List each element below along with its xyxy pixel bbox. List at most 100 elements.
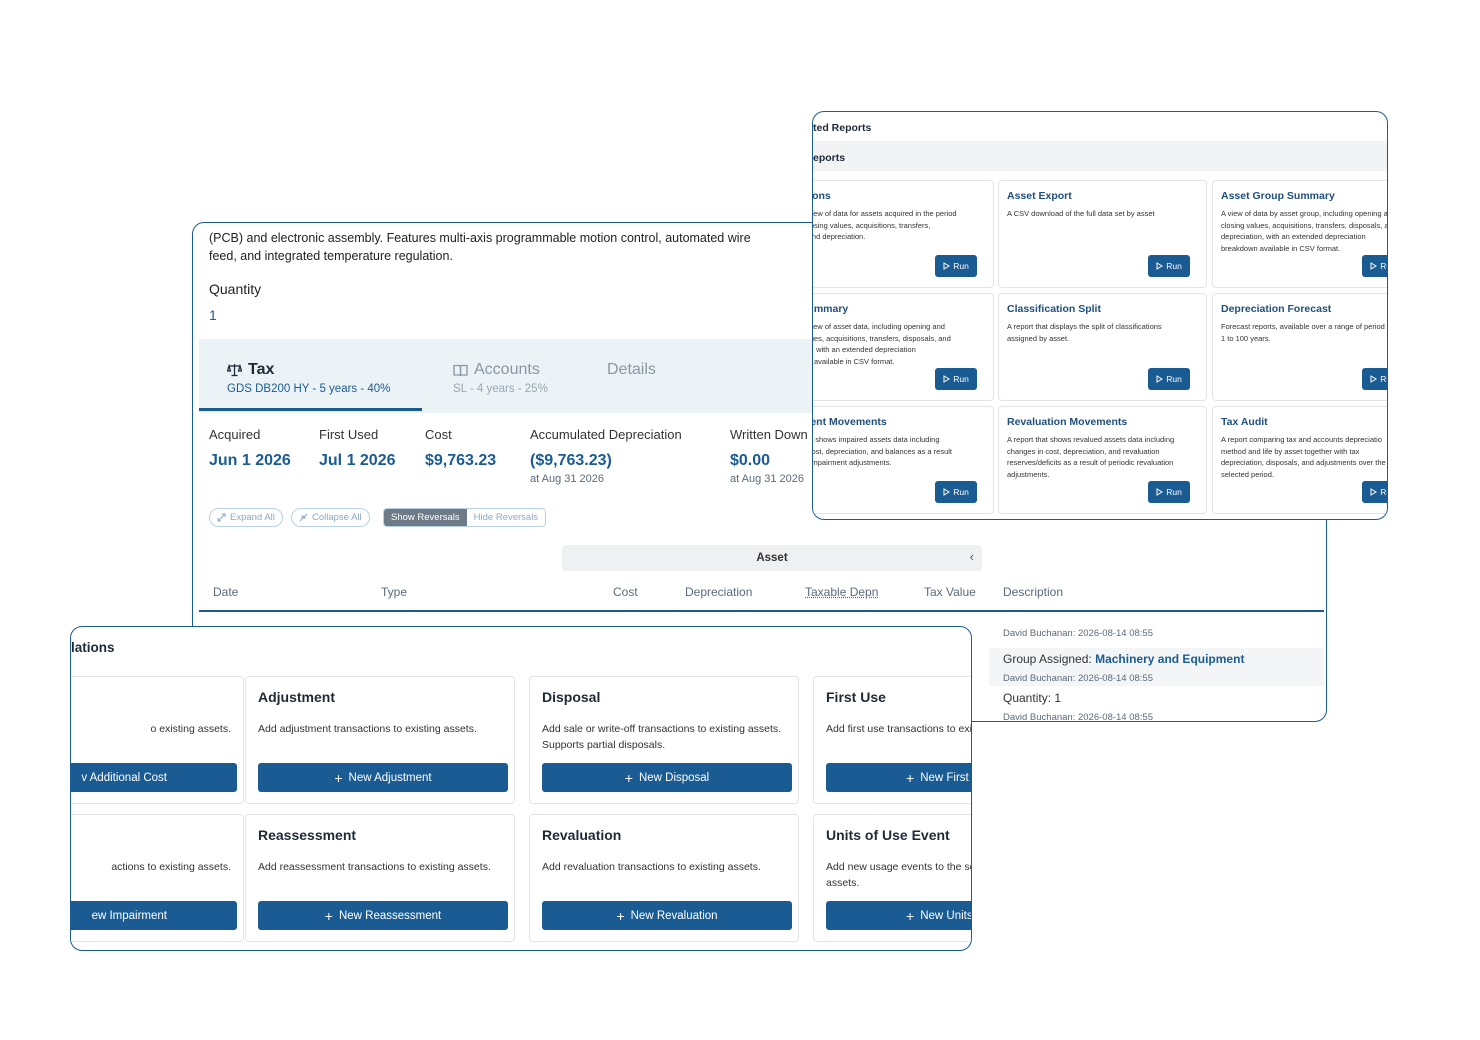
run-report-button[interactable]: Run <box>935 255 977 277</box>
new-transaction-button[interactable]: + New First <box>826 763 971 792</box>
transaction-description: o existing assets. <box>150 723 231 735</box>
new-transaction-button[interactable]: + New Adjustment <box>258 763 508 792</box>
transaction-description: Add new usage events to the sch assets. <box>826 861 971 889</box>
book-icon <box>453 364 468 377</box>
report-description: A CSV download of the full data set by a… <box>1007 209 1155 218</box>
transaction-card: Units of Use Event Add new usage events t… <box>813 814 971 942</box>
quantity-value: 1 <box>209 307 217 323</box>
summary-label: Written Down <box>730 427 808 442</box>
report-card: irment Movements rt that shows impaired a… <box>812 406 994 514</box>
plus-icon: + <box>334 769 343 786</box>
transaction-card: Disposal Add sale or write-off transactio… <box>529 676 799 804</box>
history-meta: David Buchanan: 2026-08-14 08:55 <box>1003 712 1154 722</box>
report-description: rt that shows impaired assets data inclu… <box>812 435 953 468</box>
new-transaction-button[interactable]: + New Reassessment <box>258 901 508 930</box>
run-report-button[interactable]: Run <box>1362 481 1387 503</box>
run-report-button[interactable]: Run <box>1362 368 1387 390</box>
summary-date: at Aug 31 2026 <box>730 473 805 485</box>
transaction-description: Add first use transactions to exis <box>826 723 972 735</box>
summary-label: Accumulated Depreciation <box>530 427 682 442</box>
header-divider <box>199 610 1324 612</box>
transaction-title: Revaluation <box>542 827 622 843</box>
run-report-button[interactable]: Run <box>935 481 977 503</box>
column-header-description[interactable]: Description <box>1003 585 1063 599</box>
play-icon <box>943 375 951 383</box>
report-description: A report comparing tax and accounts depr… <box>1221 435 1386 480</box>
transaction-title: Adjustment <box>258 689 335 705</box>
run-report-button[interactable]: Run <box>1148 481 1190 503</box>
column-header-type[interactable]: Type <box>381 585 407 599</box>
run-label: Run <box>953 487 969 497</box>
report-description: Forecast reports, available over a range… <box>1221 322 1385 343</box>
collapse-all-label: Collapse All <box>312 512 362 523</box>
column-header-taxable-depn[interactable]: Taxable Depn <box>805 585 878 599</box>
plus-icon: + <box>624 769 633 786</box>
report-title: Asset Group Summary <box>1221 190 1335 202</box>
run-report-button[interactable]: Run <box>1148 255 1190 277</box>
play-icon <box>1156 375 1164 383</box>
new-transaction-button[interactable]: + New Units of U <box>826 901 971 930</box>
report-description: A report that displays the split of clas… <box>1007 322 1162 343</box>
asset-column-group-header[interactable]: Asset ‹ <box>562 545 982 571</box>
report-title: Classification Split <box>1007 303 1101 315</box>
column-header-cost[interactable]: Cost <box>613 585 638 599</box>
reports-section-header: eports <box>813 141 1387 171</box>
plus-icon: + <box>906 769 915 786</box>
transaction-title: Units of Use Event <box>826 827 950 843</box>
transaction-description: Add adjustment transactions to existing … <box>258 723 477 735</box>
column-header-date[interactable]: Date <box>213 585 238 599</box>
transaction-title: First Use <box>826 689 886 705</box>
report-title: isitions <box>812 190 831 202</box>
collapse-all-button[interactable]: Collapse All <box>291 508 370 527</box>
new-transaction-button[interactable]: + New Revaluation <box>542 901 792 930</box>
button-label: ew Impairment <box>91 909 167 922</box>
transactions-title: lations <box>71 640 115 655</box>
plus-icon: + <box>616 907 625 924</box>
summary-value: $0.00 <box>730 452 771 469</box>
report-card: isitions iled view of data for assets acq… <box>812 180 994 288</box>
chevron-left-icon[interactable]: ‹ <box>970 549 974 564</box>
expand-all-button[interactable]: Expand All <box>209 508 283 527</box>
tab-tax[interactable]: Tax GDS DB200 HY - 5 years - 40% <box>227 361 390 395</box>
run-label: Run <box>1166 374 1182 384</box>
show-reversals-button[interactable]: Show Reversals <box>384 509 467 526</box>
run-label: Run <box>1166 261 1182 271</box>
button-label: New Adjustment <box>348 771 432 784</box>
run-report-button[interactable]: Run <box>1362 255 1387 277</box>
group-assigned-link[interactable]: Machinery and Equipment <box>1095 652 1244 666</box>
tab-tax-sub: GDS DB200 HY - 5 years - 40% <box>227 383 391 395</box>
asset-description: (PCB) and electronic assembly. Features … <box>209 231 751 263</box>
asset-group-label: Asset <box>756 552 788 564</box>
tab-details-label: Details <box>607 361 656 378</box>
run-report-button[interactable]: Run <box>935 368 977 390</box>
reports-title: ted Reports <box>813 122 872 134</box>
run-report-button[interactable]: Run <box>1148 368 1190 390</box>
transaction-description: actions to existing assets. <box>111 861 231 873</box>
play-icon <box>1370 488 1378 496</box>
summary-label: Acquired <box>209 427 261 442</box>
hide-reversals-button[interactable]: Hide Reversals <box>466 509 546 526</box>
tab-accounts[interactable]: Accounts SL - 4 years - 25% <box>453 361 548 395</box>
summary-date: at Aug 31 2026 <box>530 473 605 485</box>
new-transaction-button[interactable]: ew Impairment <box>71 901 237 930</box>
report-description: iled view of data for assets acquired in… <box>812 209 957 242</box>
run-label: Run <box>1380 374 1387 384</box>
button-label: New Disposal <box>638 771 710 784</box>
run-label: Run <box>1380 487 1387 497</box>
report-title: Revaluation Movements <box>1007 416 1128 428</box>
tab-details[interactable]: Details <box>607 361 656 379</box>
new-transaction-button[interactable]: + New Disposal <box>542 763 792 792</box>
expand-icon <box>217 513 226 522</box>
play-icon <box>943 488 951 496</box>
new-transaction-button[interactable]: v Additional Cost <box>71 763 237 792</box>
play-icon <box>943 262 951 270</box>
transaction-card: First Use Add first use transactions to e… <box>813 676 972 804</box>
column-header-depreciation[interactable]: Depreciation <box>685 585 752 599</box>
plus-icon: + <box>324 907 333 924</box>
play-icon <box>1370 375 1378 383</box>
summary-value: ($9,763.23) <box>530 452 612 469</box>
summary-label: First Used <box>319 427 379 442</box>
report-card: Classification Split A report that displa… <box>998 293 1207 401</box>
column-header-tax-value[interactable]: Tax Value <box>924 585 976 599</box>
history-meta: David Buchanan: 2026-08-14 08:55 <box>1003 673 1154 684</box>
